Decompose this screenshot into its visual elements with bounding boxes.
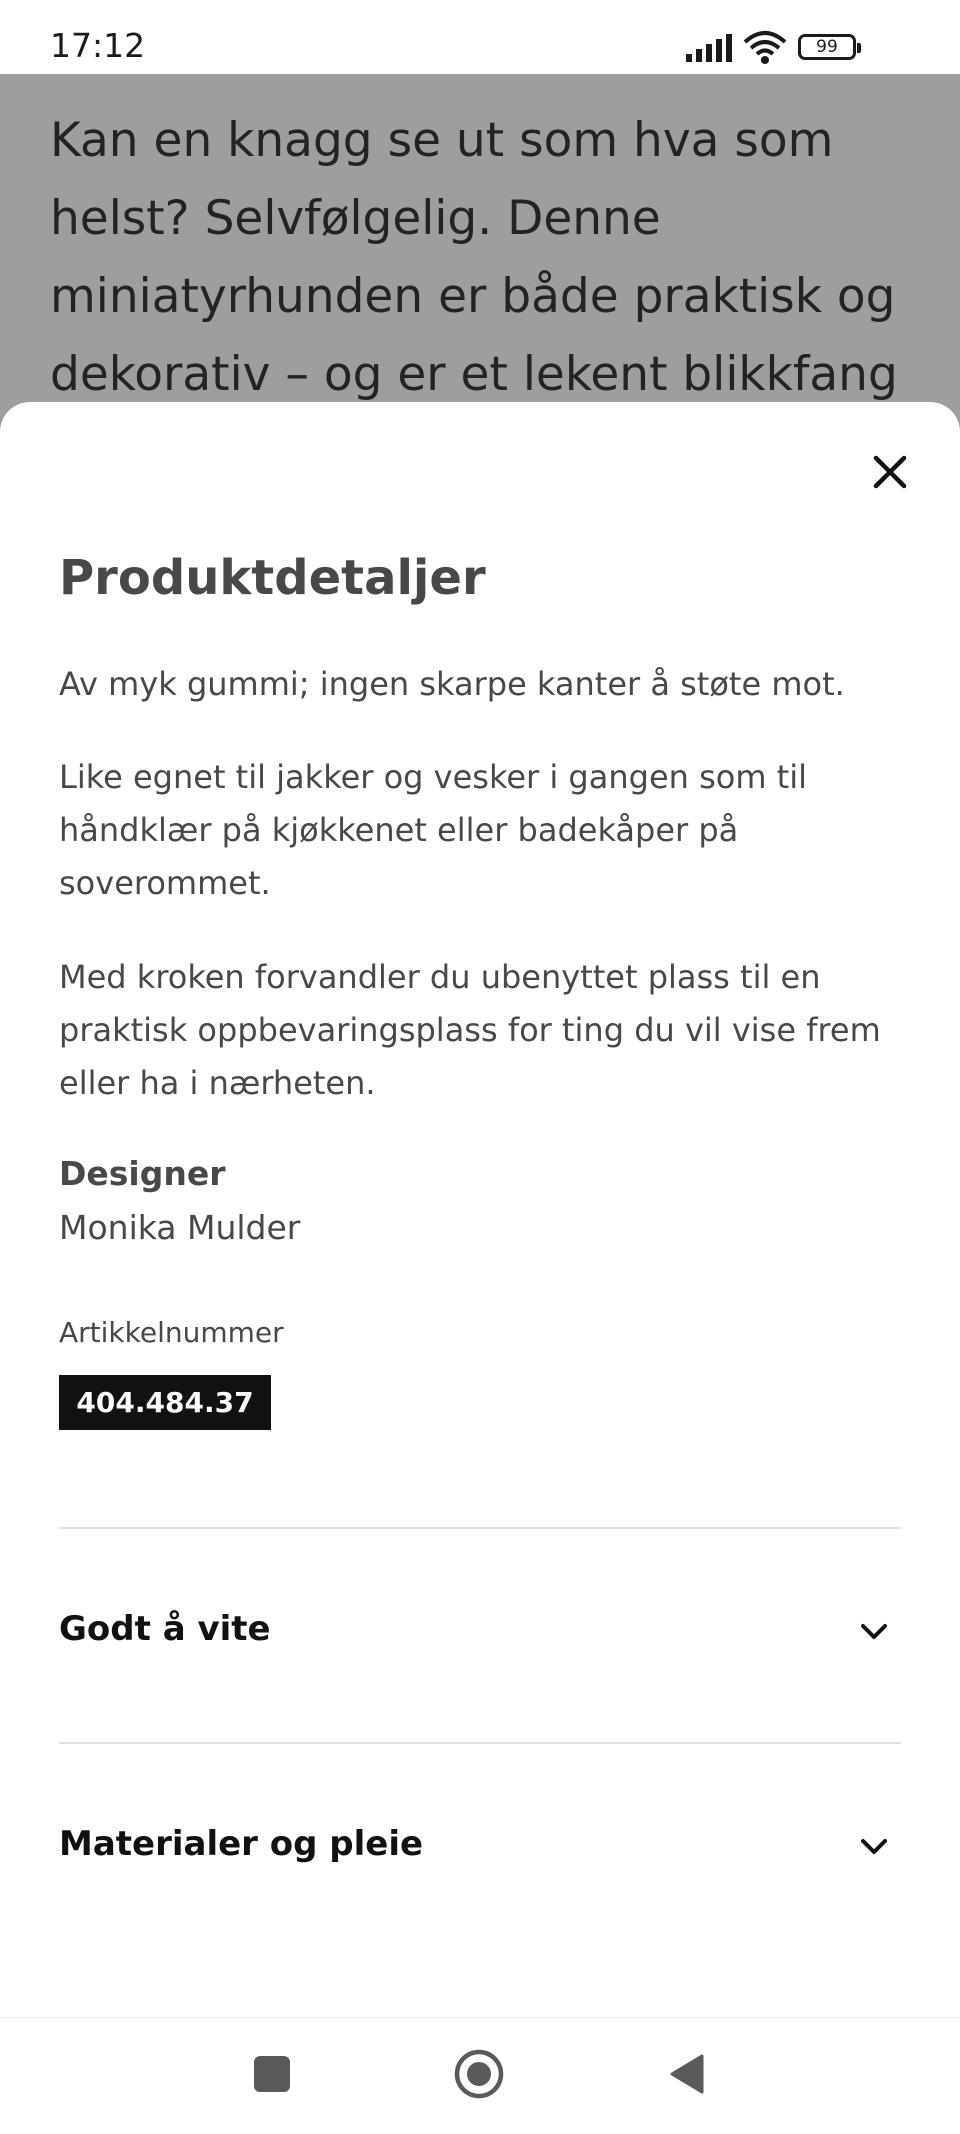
battery-icon: 99: [798, 34, 861, 60]
battery-level: 99: [816, 37, 838, 57]
system-nav-bar: [0, 2017, 960, 2134]
chevron-down-icon: [861, 1839, 887, 1854]
detail-paragraph: Like egnet til jakker og vesker i gangen…: [59, 758, 807, 902]
chevron-down-icon: [861, 1624, 887, 1639]
signal-icon: [686, 34, 732, 62]
detail-paragraph: Med kroken forvandler du ubenyttet plass…: [59, 958, 881, 1102]
close-icon: [873, 455, 907, 489]
designer-name: Monika Mulder: [59, 1208, 301, 1247]
status-bar: 17:12 99: [0, 0, 960, 74]
accordion-label: Materialer og pleie: [59, 1824, 424, 1864]
recent-apps-icon[interactable]: [254, 2056, 290, 2092]
back-icon[interactable]: [666, 2052, 706, 2096]
divider: [59, 1527, 901, 1529]
product-description-background: Kan en knagg se ut som hva som helst? Se…: [50, 113, 898, 402]
divider: [59, 1742, 901, 1744]
designer-label: Designer: [59, 1154, 226, 1193]
wifi-icon: [743, 31, 787, 64]
sheet-title: Produktdetaljer: [59, 550, 486, 606]
accordion-label: Godt å vite: [59, 1609, 271, 1649]
accordion-materials-care[interactable]: Materialer og pleie: [59, 1800, 901, 1900]
home-icon[interactable]: [453, 2048, 505, 2100]
accordion-good-to-know[interactable]: Godt å vite: [59, 1585, 901, 1685]
article-number-badge: 404.484.37: [59, 1375, 271, 1430]
close-button[interactable]: [868, 450, 912, 494]
detail-paragraph: Av myk gummi; ingen skarpe kanter å støt…: [59, 665, 845, 703]
product-details-sheet: Produktdetaljer Av myk gummi; ingen skar…: [0, 402, 960, 2133]
status-time: 17:12: [50, 26, 146, 65]
article-number-label: Artikkelnummer: [59, 1316, 284, 1349]
